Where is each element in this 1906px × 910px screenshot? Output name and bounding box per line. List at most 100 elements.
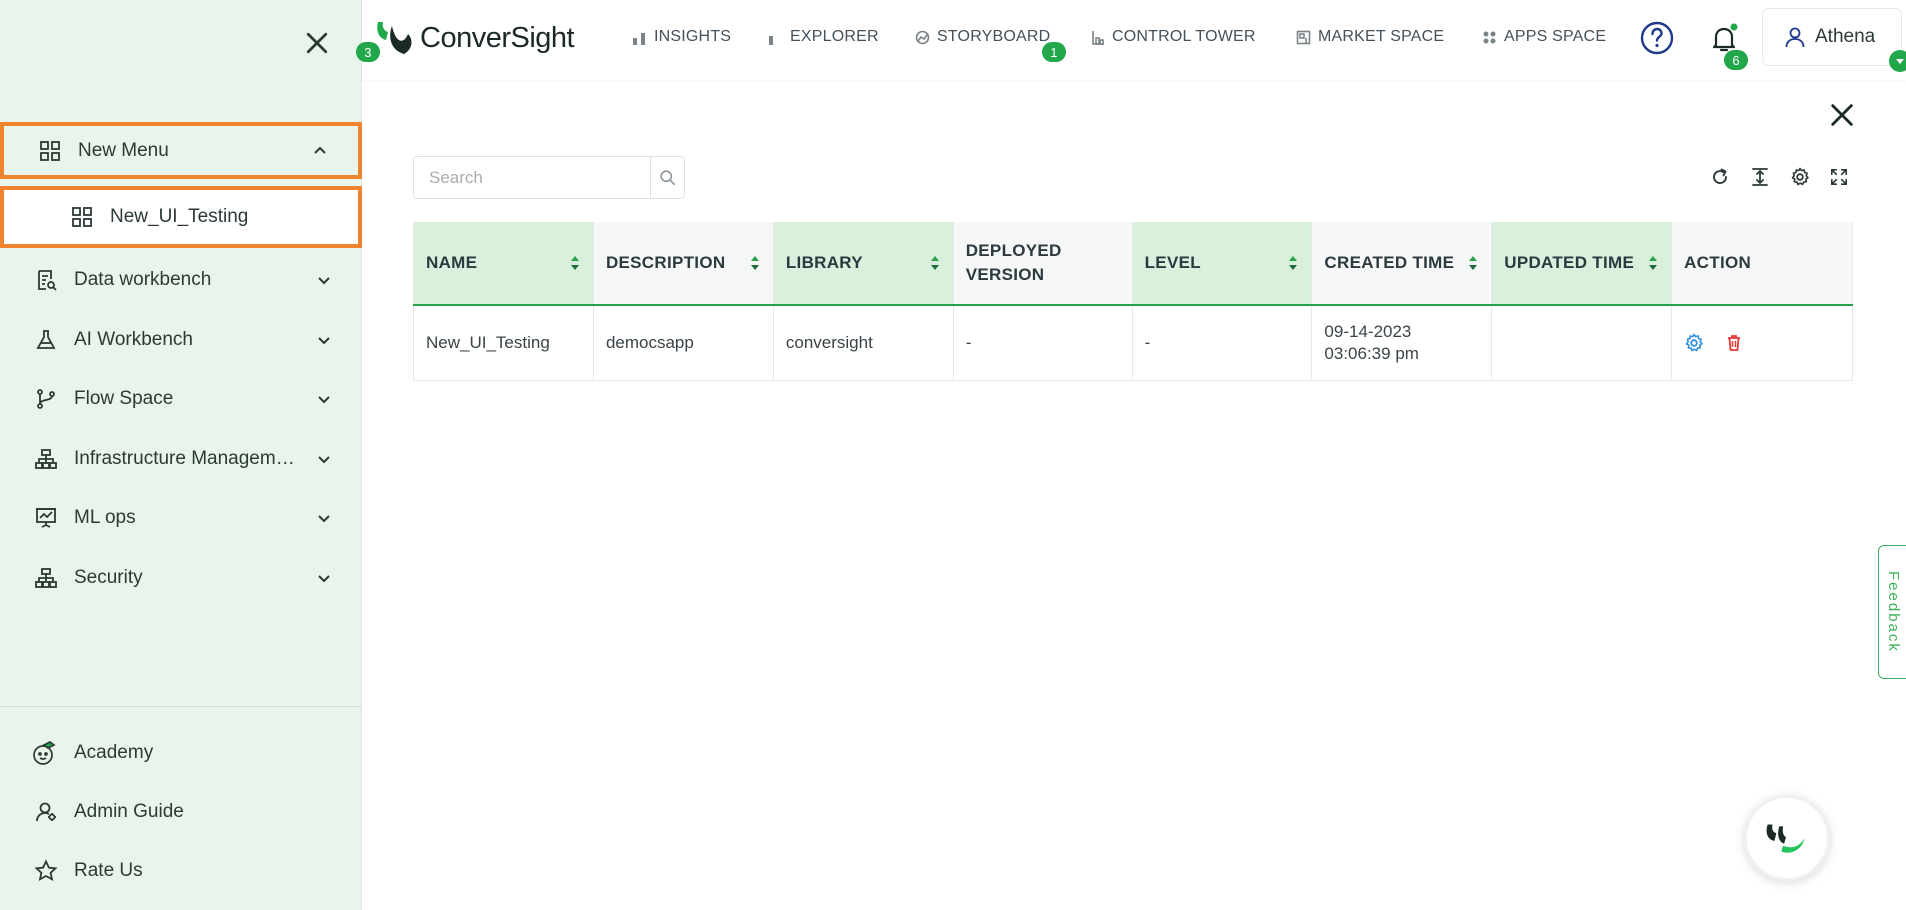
feedback-tab[interactable]: Feedback (1878, 545, 1906, 679)
user-menu[interactable]: Athena (1762, 8, 1902, 66)
settings-action-button[interactable] (1684, 333, 1704, 353)
table-settings-button[interactable] (1789, 166, 1811, 188)
sort-icon[interactable] (1287, 254, 1299, 272)
column-header-name[interactable]: NAME (413, 222, 594, 306)
sidebar-item-infrastructure-management[interactable]: Infrastructure Management (0, 431, 362, 487)
column-label: LEVEL (1144, 253, 1201, 272)
nav-apps-space[interactable]: APPS SPACE (1482, 28, 1606, 46)
nav-control-tower[interactable]: CONTROL TOWER (1090, 28, 1256, 46)
user-dropdown-caret-icon[interactable] (1889, 50, 1906, 72)
sort-icon[interactable] (749, 254, 761, 272)
row-height-button[interactable] (1749, 166, 1771, 188)
column-header-library[interactable]: LIBRARY (773, 222, 954, 306)
close-icon[interactable] (302, 28, 332, 58)
top-navigation-bar: ConverSight INSIGHTS 3 EXPLORER STORYBOA… (356, 0, 1906, 80)
fullscreen-icon (1830, 168, 1848, 186)
column-label: DESCRIPTION (605, 253, 726, 272)
chevron-down-icon (318, 396, 330, 404)
nav-label: INSIGHTS (654, 28, 732, 45)
brand-name: ConverSight (420, 21, 575, 54)
nav-explorer[interactable]: EXPLORER (768, 28, 879, 46)
bar-chart-icon (768, 30, 783, 45)
search-box (413, 156, 685, 199)
sidebar: New Menu New_UI_Testing Data workbench A… (0, 0, 362, 910)
sidebar-item-label: New_UI_Testing (110, 206, 249, 227)
refresh-button[interactable] (1709, 166, 1731, 188)
table-row[interactable]: New_UI_Testing democsapp conversight - -… (413, 305, 1853, 381)
column-header-level[interactable]: LEVEL (1132, 222, 1313, 306)
sidebar-item-flow-space[interactable]: Flow Space (0, 371, 362, 427)
sort-icon[interactable] (929, 254, 941, 272)
sidebar-footer-academy[interactable]: Academy (0, 725, 362, 781)
nav-label: APPS SPACE (1504, 28, 1607, 45)
search-icon (660, 170, 676, 186)
sort-icon[interactable] (1467, 254, 1479, 272)
sidebar-item-label: Rate Us (74, 860, 143, 881)
notification-count-badge: 6 (1724, 50, 1748, 70)
chevron-down-icon (318, 277, 330, 285)
close-panel-icon[interactable] (1828, 101, 1856, 129)
cell-created-time: 09-14-2023 03:06:39 pm (1311, 305, 1493, 381)
delete-action-button[interactable] (1724, 333, 1744, 353)
deployments-table: NAME DESCRIPTION LIBRARY DEPLOYED VERSIO… (413, 222, 1853, 381)
star-icon (34, 859, 58, 883)
help-icon[interactable] (1640, 21, 1674, 55)
chevron-down-icon (318, 456, 330, 464)
hierarchy-icon (34, 566, 58, 590)
chatbot-launcher[interactable] (1744, 795, 1830, 881)
column-label: ACTION (1684, 253, 1752, 272)
insights-count-badge: 3 (356, 42, 380, 62)
column-label: LIBRARY (785, 253, 863, 272)
sidebar-item-label: Data workbench (74, 269, 212, 290)
column-header-action: ACTION (1671, 222, 1853, 306)
branch-icon (34, 387, 58, 411)
search-input[interactable] (414, 157, 650, 198)
table-header-row: NAME DESCRIPTION LIBRARY DEPLOYED VERSIO… (413, 222, 1853, 306)
sidebar-item-new-menu[interactable]: New Menu (0, 122, 362, 179)
sidebar-footer-admin-guide[interactable]: Admin Guide (0, 784, 362, 840)
sidebar-item-label: Infrastructure Management (74, 448, 299, 469)
feedback-label: Feedback (1885, 571, 1902, 653)
sort-icon[interactable] (569, 254, 581, 272)
sidebar-item-label: Flow Space (74, 388, 174, 409)
nav-label: EXPLORER (790, 28, 879, 45)
column-header-description[interactable]: DESCRIPTION (593, 222, 774, 306)
column-header-created-time[interactable]: CREATED TIME (1311, 222, 1493, 306)
nav-storyboard[interactable]: STORYBOARD 1 (915, 28, 1066, 62)
column-header-deployed-version[interactable]: DEPLOYED VERSION (953, 222, 1133, 306)
sidebar-item-data-workbench[interactable]: Data workbench (0, 252, 362, 308)
storyboard-count-badge: 1 (1042, 42, 1066, 62)
sidebar-item-label: Academy (74, 742, 154, 763)
academy-icon (30, 739, 58, 767)
column-label: DEPLOYED VERSION (965, 241, 1062, 284)
sidebar-item-label: Security (74, 567, 143, 588)
user-name: Athena (1815, 26, 1876, 47)
sidebar-item-ml-ops[interactable]: ML ops (0, 490, 362, 546)
nav-market-space[interactable]: MARKET SPACE (1296, 28, 1444, 46)
grid-icon (38, 139, 62, 163)
cell-name: New_UI_Testing (413, 305, 594, 381)
sidebar-item-new-ui-testing[interactable]: New_UI_Testing (0, 186, 362, 248)
refresh-icon (1713, 168, 1727, 184)
nav-insights[interactable]: INSIGHTS 3 (356, 28, 732, 62)
search-button[interactable] (650, 157, 684, 198)
column-label: CREATED TIME (1324, 253, 1455, 272)
column-header-updated-time[interactable]: UPDATED TIME (1491, 222, 1673, 306)
chatbot-icon (1766, 824, 1805, 853)
apps-icon (1482, 30, 1497, 45)
cell-action (1671, 305, 1853, 381)
gear-icon (1685, 333, 1703, 352)
cell-library: conversight (773, 305, 954, 381)
user-icon (1785, 27, 1805, 48)
cell-description: democsapp (593, 305, 774, 381)
fullscreen-button[interactable] (1828, 166, 1850, 188)
sidebar-footer-rate-us[interactable]: Rate Us (0, 843, 362, 899)
column-label: UPDATED TIME (1504, 253, 1635, 272)
created-clock-time: 03:06:39 pm (1324, 343, 1419, 363)
storyboard-icon (915, 30, 930, 45)
sidebar-item-security[interactable]: Security (0, 550, 362, 606)
sidebar-item-ai-workbench[interactable]: AI Workbench (0, 312, 362, 368)
brand-logo[interactable]: ConverSight (374, 20, 575, 56)
sort-icon[interactable] (1647, 254, 1659, 272)
admin-guide-icon (34, 800, 58, 824)
